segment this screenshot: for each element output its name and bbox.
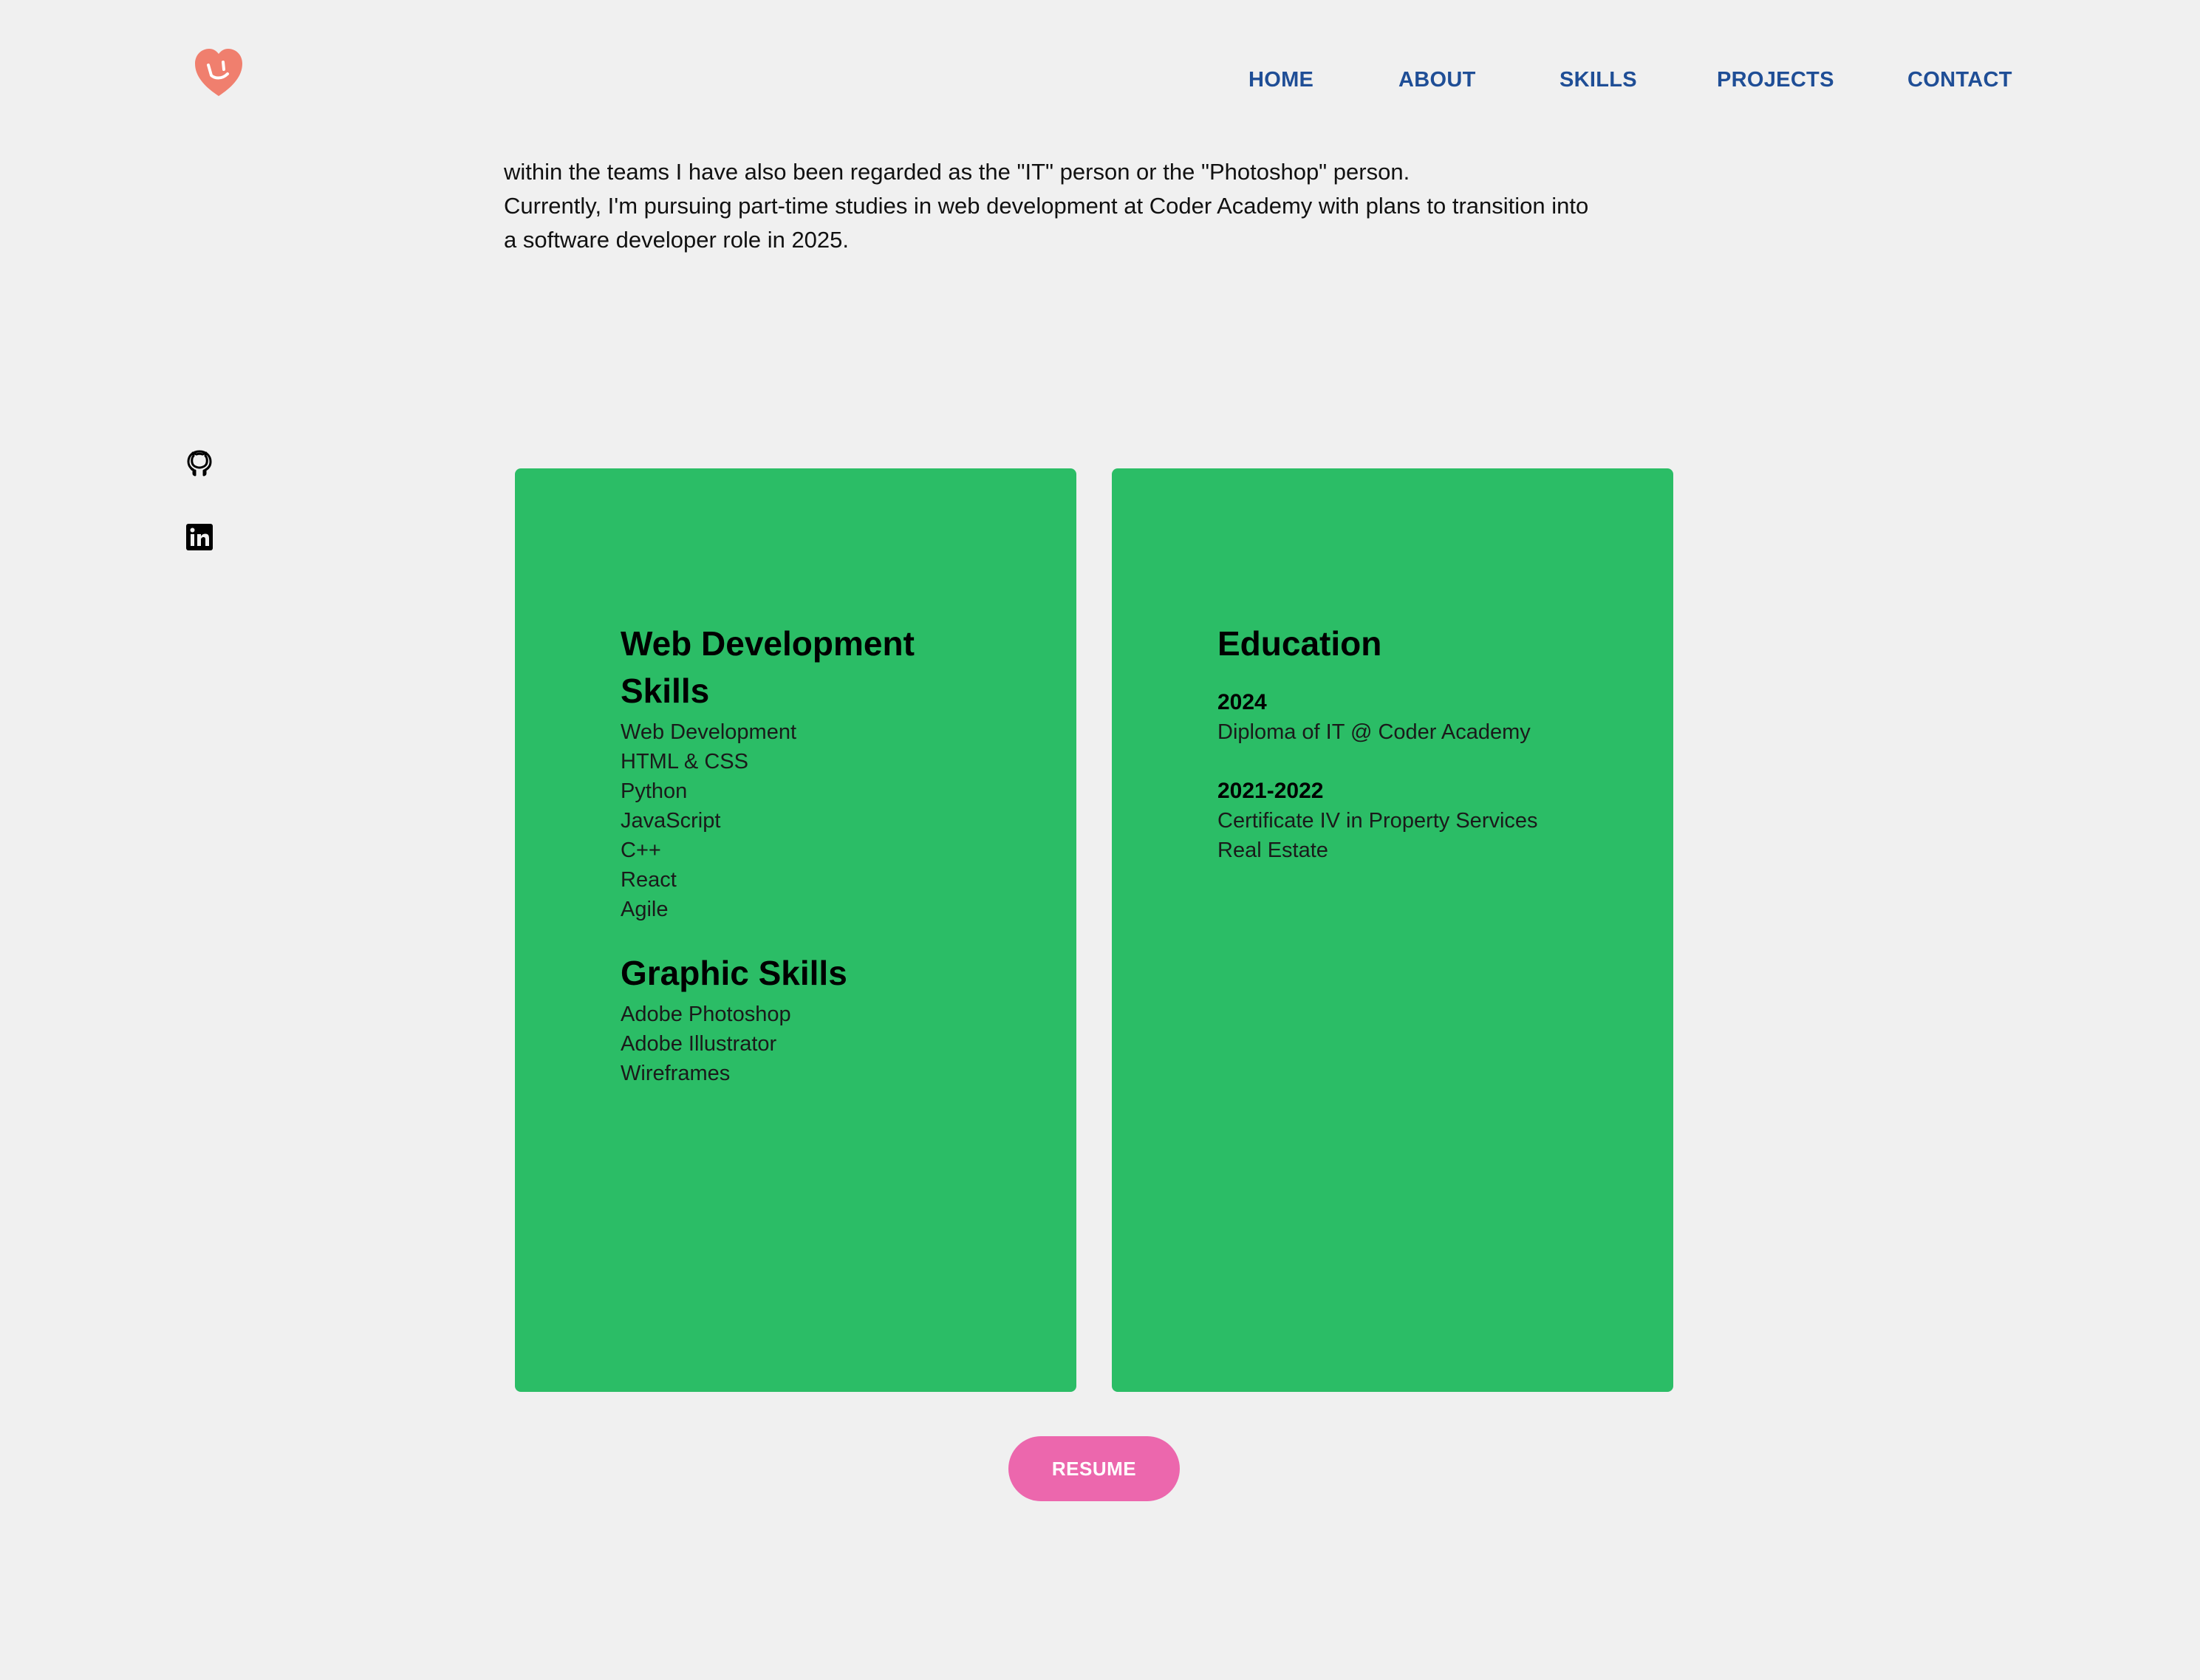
nav-home[interactable]: HOME (1248, 65, 1313, 95)
linkedin-link[interactable] (185, 522, 214, 552)
list-item: Web Development (621, 720, 797, 744)
linkedin-icon (186, 524, 213, 550)
education-detail: Diploma of IT @ Coder Academy (1217, 720, 1531, 744)
heading-line: Web Development (621, 624, 915, 663)
list-item: HTML & CSS (621, 750, 748, 774)
education-detail: Real Estate (1217, 839, 1328, 862)
github-icon (187, 450, 212, 477)
graphic-skills-heading: Graphic Skills (621, 954, 847, 992)
list-item: React (621, 868, 677, 892)
main-nav: HOME ABOUT SKILLS PROJECTS CONTACT (0, 65, 2200, 98)
list-item: Python (621, 779, 688, 803)
list-item: Adobe Photoshop (621, 1003, 791, 1026)
resume-button[interactable]: RESUME (1008, 1436, 1180, 1501)
education-heading: Education (1217, 624, 1382, 663)
bio-line: within the teams I have also been regard… (504, 159, 1410, 185)
heading-line: Skills (621, 672, 710, 710)
bio-line: a software developer role in 2025. (504, 227, 850, 253)
graphic-skills-list: Adobe Photoshop Adobe Illustrator Wirefr… (621, 1000, 1034, 1088)
web-skills-list: Web Development HTML & CSS Python JavaSc… (621, 717, 1034, 924)
about-bio: within the teams I have also been regard… (504, 155, 1701, 257)
nav-skills[interactable]: SKILLS (1560, 65, 1637, 95)
web-skills-heading: Web Development Skills (621, 620, 1034, 714)
education-year: 2024 (1217, 690, 1267, 714)
list-item: Adobe Illustrator (621, 1032, 777, 1056)
nav-contact[interactable]: CONTACT (1907, 65, 2012, 95)
list-item: C++ (621, 839, 661, 862)
education-item: 2024 Diploma of IT @ Coder Academy (1217, 688, 1631, 747)
list-item: Agile (621, 898, 669, 921)
education-year: 2021-2022 (1217, 779, 1324, 803)
bio-clipped-line (504, 151, 510, 171)
education-item: 2021-2022 Certificate IV in Property Ser… (1217, 776, 1631, 865)
bio-line: Currently, I'm pursuing part-time studie… (504, 193, 1589, 219)
education-detail: Certificate IV in Property Services (1217, 809, 1538, 833)
list-item: Wireframes (621, 1062, 731, 1085)
education-card: Education 2024 Diploma of IT @ Coder Aca… (1112, 468, 1673, 1392)
nav-projects[interactable]: PROJECTS (1717, 65, 1834, 95)
nav-about[interactable]: ABOUT (1398, 65, 1476, 95)
list-item: JavaScript (621, 809, 721, 833)
skills-card: Web Development Skills Web Development H… (515, 468, 1076, 1392)
github-link[interactable] (185, 448, 214, 478)
